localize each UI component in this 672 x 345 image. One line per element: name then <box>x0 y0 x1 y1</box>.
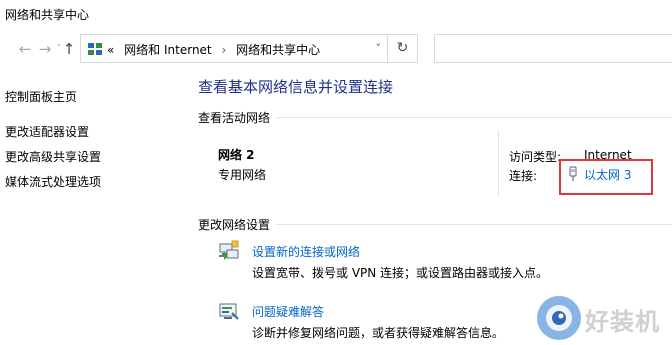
connection-label: 连接: <box>509 169 538 183</box>
breadcrumb: « 网络和 Internet › 网络和共享中心 <box>107 41 320 58</box>
arrow-left-icon: ← <box>18 40 32 58</box>
change-settings-label: 更改网络设置 <box>198 218 271 232</box>
active-networks-label: 查看活动网络 <box>198 111 271 125</box>
network-type: 专用网络 <box>218 168 267 182</box>
section-divider <box>276 224 672 225</box>
breadcrumb-item[interactable]: 网络和 Internet <box>124 43 211 57</box>
setup-new-connection-link[interactable]: 设置新的连接或网络 <box>252 243 360 260</box>
arrow-up-icon: ↑ <box>62 40 76 58</box>
watermark-text: 好装机 <box>585 308 660 336</box>
section-divider <box>276 117 672 118</box>
breadcrumb-item[interactable]: 网络和共享中心 <box>236 43 320 57</box>
sidebar-item-media-streaming[interactable]: 媒体流式处理选项 <box>5 173 101 190</box>
up-button[interactable]: ↑ <box>60 40 78 58</box>
refresh-button[interactable]: ↻ <box>388 34 418 63</box>
back-button[interactable]: ← <box>16 40 34 58</box>
page-title: 查看基本网络信息并设置连接 <box>198 78 394 96</box>
sidebar-item-change-adapter-settings[interactable]: 更改适配器设置 <box>5 123 89 140</box>
refresh-icon: ↻ <box>396 40 409 56</box>
setup-new-connection-description: 设置宽带、拨号或 VPN 连接；或设置路由器或接入点。 <box>252 266 549 280</box>
network-sharing-center-window: 网络和共享中心 ← → ˅ ↑ « 网络和 Internet › 网络和共享中心… <box>0 0 672 345</box>
column-divider <box>498 130 499 196</box>
title-bar: 网络和共享中心 <box>0 0 672 30</box>
sidebar-item-change-advanced-sharing[interactable]: 更改高级共享设置 <box>5 148 101 165</box>
address-dropdown-icon[interactable]: ˅ <box>376 42 382 55</box>
highlight-annotation <box>559 159 653 195</box>
navigation-bar: ← → ˅ ↑ « 网络和 Internet › 网络和共享中心 ˅ ↻ <box>0 30 672 68</box>
sidebar-item-control-panel-home[interactable]: 控制面板主页 <box>5 88 77 105</box>
access-type-label: 访问类型: <box>509 150 562 164</box>
network-folder-icon <box>88 43 102 55</box>
sidebar: 控制面板主页 更改适配器设置 更改高级共享设置 媒体流式处理选项 <box>0 68 190 345</box>
watermark-logo-icon <box>537 296 581 340</box>
network-name: 网络 2 <box>218 148 255 162</box>
search-input[interactable] <box>434 34 672 63</box>
troubleshoot-description: 诊断并修复网络问题，或者获得疑难解答信息。 <box>252 326 505 340</box>
watermark: 好装机 <box>537 292 672 342</box>
troubleshoot-icon <box>219 303 239 320</box>
new-connection-icon <box>219 240 239 260</box>
troubleshoot-link[interactable]: 问题疑难解答 <box>252 303 324 320</box>
breadcrumb-overflow[interactable]: « <box>107 43 114 57</box>
address-bar[interactable]: « 网络和 Internet › 网络和共享中心 ˅ <box>80 34 388 63</box>
window-title: 网络和共享中心 <box>5 8 90 22</box>
breadcrumb-separator[interactable]: › <box>221 43 226 57</box>
